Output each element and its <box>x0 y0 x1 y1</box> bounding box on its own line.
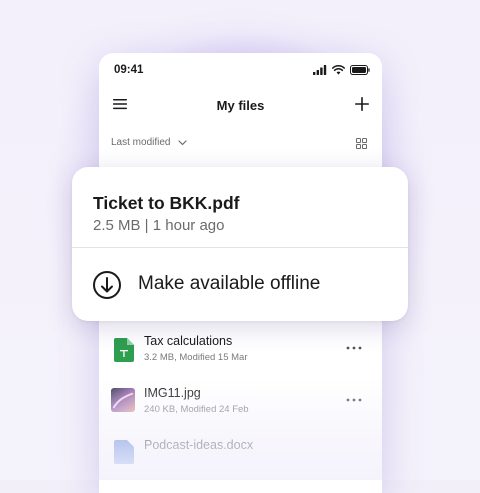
popup-file-name: Ticket to BKK.pdf <box>93 193 240 213</box>
popup-file-info: 2.5 MB | 1 hour ago <box>93 217 225 234</box>
file-name: IMG11.jpg <box>144 386 201 400</box>
spreadsheet-icon <box>114 338 134 362</box>
file-row[interactable]: Tax calculations 3.2 MB, Modified 15 Mar <box>99 334 382 382</box>
image-thumbnail <box>111 388 135 412</box>
action-label: Make available offline <box>138 273 321 294</box>
wifi-icon <box>332 65 345 75</box>
file-meta: 240 KB, Modified 24 Feb <box>144 404 249 415</box>
status-time: 09:41 <box>114 64 144 76</box>
grid-view-icon[interactable] <box>356 138 367 149</box>
file-action-sheet: Ticket to BKK.pdf 2.5 MB | 1 hour ago Ma… <box>72 167 408 321</box>
file-meta: 3.2 MB, Modified 15 Mar <box>144 352 248 363</box>
file-row[interactable]: Podcast-ideas.docx <box>99 438 382 486</box>
download-circle-icon <box>93 271 121 299</box>
status-bar: 09:41 <box>99 53 382 89</box>
plus-icon[interactable] <box>354 96 370 112</box>
sort-dropdown[interactable]: Last modified <box>111 137 170 148</box>
make-available-offline-button[interactable]: Make available offline <box>72 248 408 321</box>
signal-icon <box>313 65 327 75</box>
chevron-down-icon[interactable] <box>178 140 187 146</box>
file-row[interactable]: IMG11.jpg 240 KB, Modified 24 Feb <box>99 386 382 434</box>
page-title: My files <box>216 98 265 113</box>
more-options-icon[interactable] <box>346 398 362 402</box>
sort-row: Last modified <box>111 137 371 153</box>
battery-icon <box>350 65 370 75</box>
status-icons <box>313 65 370 75</box>
document-icon <box>114 440 134 464</box>
file-name: Podcast-ideas.docx <box>144 438 254 452</box>
app-header: My files <box>99 89 382 125</box>
file-name: Tax calculations <box>144 334 233 348</box>
more-options-icon[interactable] <box>346 346 362 350</box>
